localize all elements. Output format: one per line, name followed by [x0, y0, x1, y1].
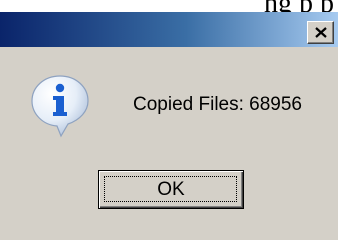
dialog-message: Copied Files: 68956 [133, 94, 302, 115]
close-button[interactable] [307, 21, 334, 44]
close-icon [315, 27, 327, 38]
information-icon [31, 75, 89, 138]
dialog-titlebar[interactable] [0, 12, 338, 47]
ok-button[interactable]: OK [98, 170, 244, 209]
ok-button-label: OK [157, 178, 185, 200]
message-dialog: Copied Files: 68956 OK [0, 12, 338, 240]
